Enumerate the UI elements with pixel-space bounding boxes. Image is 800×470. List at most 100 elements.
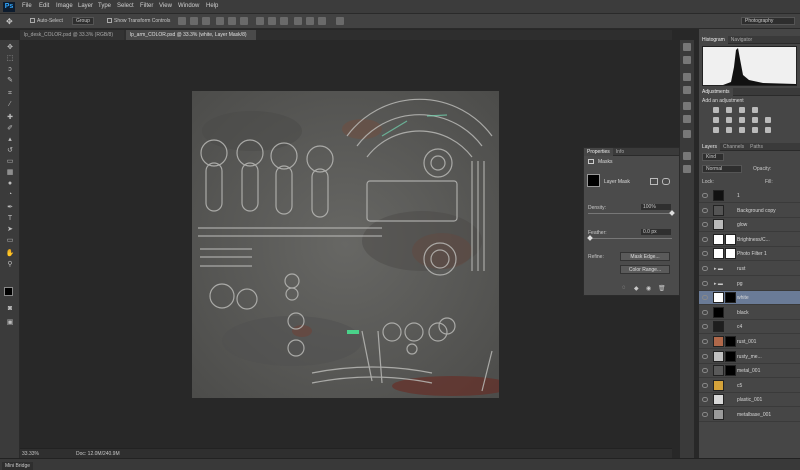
layer-row[interactable]: Background copy bbox=[699, 204, 800, 218]
menu-view[interactable]: View bbox=[159, 3, 172, 9]
load-selection-icon[interactable]: ◌ bbox=[622, 285, 626, 291]
mini-bridge-tab[interactable]: Mini Bridge bbox=[2, 462, 34, 470]
move-tool-icon[interactable]: ✥ bbox=[6, 17, 13, 26]
align-bottom-icon[interactable] bbox=[202, 17, 210, 25]
marquee-tool-icon[interactable]: ⬚ bbox=[4, 54, 16, 63]
layer-thumbnail[interactable] bbox=[713, 292, 724, 304]
tab-navigator[interactable]: Navigator bbox=[728, 37, 755, 43]
distribute-right-icon[interactable] bbox=[318, 17, 326, 25]
show-transform-checkbox[interactable]: Show Transform Controls bbox=[107, 18, 170, 24]
color-range-button[interactable]: Color Range... bbox=[620, 265, 670, 274]
tab-properties[interactable]: Properties bbox=[584, 148, 613, 156]
delete-mask-icon[interactable]: 🗑 bbox=[658, 285, 666, 292]
align-top-icon[interactable] bbox=[178, 17, 186, 25]
distribute-hcenter-icon[interactable] bbox=[306, 17, 314, 25]
feather-slider-thumb[interactable] bbox=[587, 235, 593, 241]
menu-layer[interactable]: Layer bbox=[78, 3, 93, 9]
3d-mode-icon[interactable] bbox=[336, 17, 344, 25]
hand-tool-icon[interactable]: ✋ bbox=[4, 249, 16, 258]
layer-row[interactable]: metal_001 bbox=[699, 364, 800, 379]
layer-thumbnail[interactable] bbox=[713, 204, 724, 216]
pen-tool-icon[interactable]: ✒ bbox=[4, 203, 16, 212]
tab-layers[interactable]: Layers bbox=[699, 143, 721, 151]
layer-filter-dropdown[interactable]: Kind bbox=[702, 153, 724, 161]
lasso-tool-icon[interactable]: ↄ bbox=[4, 65, 16, 74]
screen-mode-icon[interactable]: ▣ bbox=[4, 318, 16, 327]
layer-row[interactable]: ▸ ▬ pg bbox=[699, 277, 800, 291]
clone-stamp-tool-icon[interactable]: ▴ bbox=[4, 135, 16, 144]
distribute-top-icon[interactable] bbox=[256, 17, 264, 25]
layer-row[interactable]: metalbase_001 bbox=[699, 408, 800, 422]
zoom-tool-icon[interactable]: ⚲ bbox=[4, 260, 16, 269]
layer-thumbnail[interactable] bbox=[713, 219, 724, 231]
history-brush-tool-icon[interactable]: ↺ bbox=[4, 146, 16, 155]
blend-mode-dropdown[interactable]: Normal bbox=[702, 165, 742, 173]
visibility-eye-icon[interactable] bbox=[702, 251, 708, 257]
blur-tool-icon[interactable]: ● bbox=[4, 179, 16, 188]
layer-row[interactable]: ▸ ▬ rust bbox=[699, 262, 800, 276]
visibility-eye-icon[interactable] bbox=[702, 207, 708, 213]
menu-edit[interactable]: Edit bbox=[39, 3, 49, 9]
hue-saturation-icon[interactable] bbox=[726, 117, 732, 123]
visibility-eye-icon[interactable] bbox=[702, 193, 708, 198]
distribute-left-icon[interactable] bbox=[294, 17, 302, 25]
posterize-icon[interactable] bbox=[726, 127, 732, 133]
menu-type[interactable]: Type bbox=[98, 3, 111, 9]
vibrance-icon[interactable] bbox=[713, 117, 719, 123]
density-value[interactable]: 100% bbox=[641, 204, 671, 210]
quick-mask-icon[interactable]: ◙ bbox=[4, 304, 16, 313]
align-left-icon[interactable] bbox=[216, 17, 224, 25]
brightness-contrast-icon[interactable] bbox=[713, 107, 719, 113]
visibility-eye-icon[interactable] bbox=[702, 368, 708, 374]
align-hcenter-icon[interactable] bbox=[228, 17, 236, 25]
layer-row[interactable]: 1 bbox=[699, 189, 800, 203]
gradient-tool-icon[interactable]: ▦ bbox=[4, 168, 16, 177]
layer-thumbnail[interactable] bbox=[713, 321, 724, 333]
tab-paths[interactable]: Paths bbox=[747, 144, 766, 150]
layer-thumbnail[interactable] bbox=[713, 233, 724, 245]
layer-mask-thumbnail[interactable] bbox=[587, 174, 600, 187]
visibility-eye-icon[interactable] bbox=[702, 339, 708, 344]
threshold-icon[interactable] bbox=[739, 127, 745, 133]
workspace-switcher[interactable]: Photography bbox=[741, 17, 795, 25]
align-vcenter-icon[interactable] bbox=[190, 17, 198, 25]
select-pixel-mask-icon[interactable] bbox=[650, 178, 658, 185]
move-tool-icon[interactable]: ✥ bbox=[4, 43, 16, 52]
layer-row[interactable]: rust_001 bbox=[699, 335, 800, 349]
curves-icon[interactable] bbox=[739, 107, 745, 113]
layer-row[interactable]: c4 bbox=[699, 320, 800, 335]
visibility-eye-icon[interactable] bbox=[702, 222, 708, 228]
invert-icon[interactable] bbox=[713, 127, 719, 133]
layer-row[interactable]: Brightness/C... bbox=[699, 233, 800, 247]
tab-arm-color[interactable]: lp_arm_COLOR.psd @ 33.3% (white, Layer M… bbox=[126, 30, 256, 40]
info-panel-icon[interactable] bbox=[683, 165, 691, 173]
exposure-icon[interactable] bbox=[752, 107, 758, 113]
foreground-color-swatch[interactable] bbox=[4, 287, 13, 296]
document-canvas[interactable] bbox=[192, 91, 499, 398]
auto-select-dropdown[interactable]: Group bbox=[72, 17, 94, 25]
layer-thumbnail[interactable] bbox=[713, 350, 724, 362]
tab-desk-color[interactable]: lp_desk_COLOR.psd @ 33.3% (RGB/8) bbox=[20, 30, 124, 40]
folder-icon[interactable]: ▸ ▬ bbox=[714, 262, 723, 276]
levels-icon[interactable] bbox=[726, 107, 732, 113]
menu-filter[interactable]: Filter bbox=[140, 3, 153, 9]
layer-thumbnail[interactable] bbox=[713, 379, 724, 391]
tab-histogram[interactable]: Histogram bbox=[699, 36, 728, 44]
properties-panel-icon[interactable] bbox=[683, 152, 691, 160]
tab-info[interactable]: Info bbox=[613, 149, 627, 155]
zoom-level[interactable]: 33.33% bbox=[22, 451, 39, 457]
brush-tool-icon[interactable]: ✐ bbox=[4, 124, 16, 133]
eyedropper-tool-icon[interactable]: ⁄ bbox=[4, 100, 16, 109]
color-balance-icon[interactable] bbox=[739, 117, 745, 123]
align-right-icon[interactable] bbox=[240, 17, 248, 25]
layer-row[interactable]: white bbox=[699, 291, 800, 306]
character-panel-icon[interactable] bbox=[683, 73, 691, 81]
layer-mask-thumbnail[interactable] bbox=[725, 365, 736, 377]
density-slider-thumb[interactable] bbox=[669, 210, 675, 216]
quick-select-tool-icon[interactable]: ✎ bbox=[4, 76, 16, 85]
visibility-eye-icon[interactable] bbox=[702, 295, 708, 301]
auto-select-checkbox[interactable]: Auto-Select bbox=[30, 18, 63, 24]
visibility-eye-icon[interactable] bbox=[702, 382, 708, 388]
menu-select[interactable]: Select bbox=[117, 3, 134, 9]
eraser-tool-icon[interactable]: ▭ bbox=[4, 157, 16, 166]
